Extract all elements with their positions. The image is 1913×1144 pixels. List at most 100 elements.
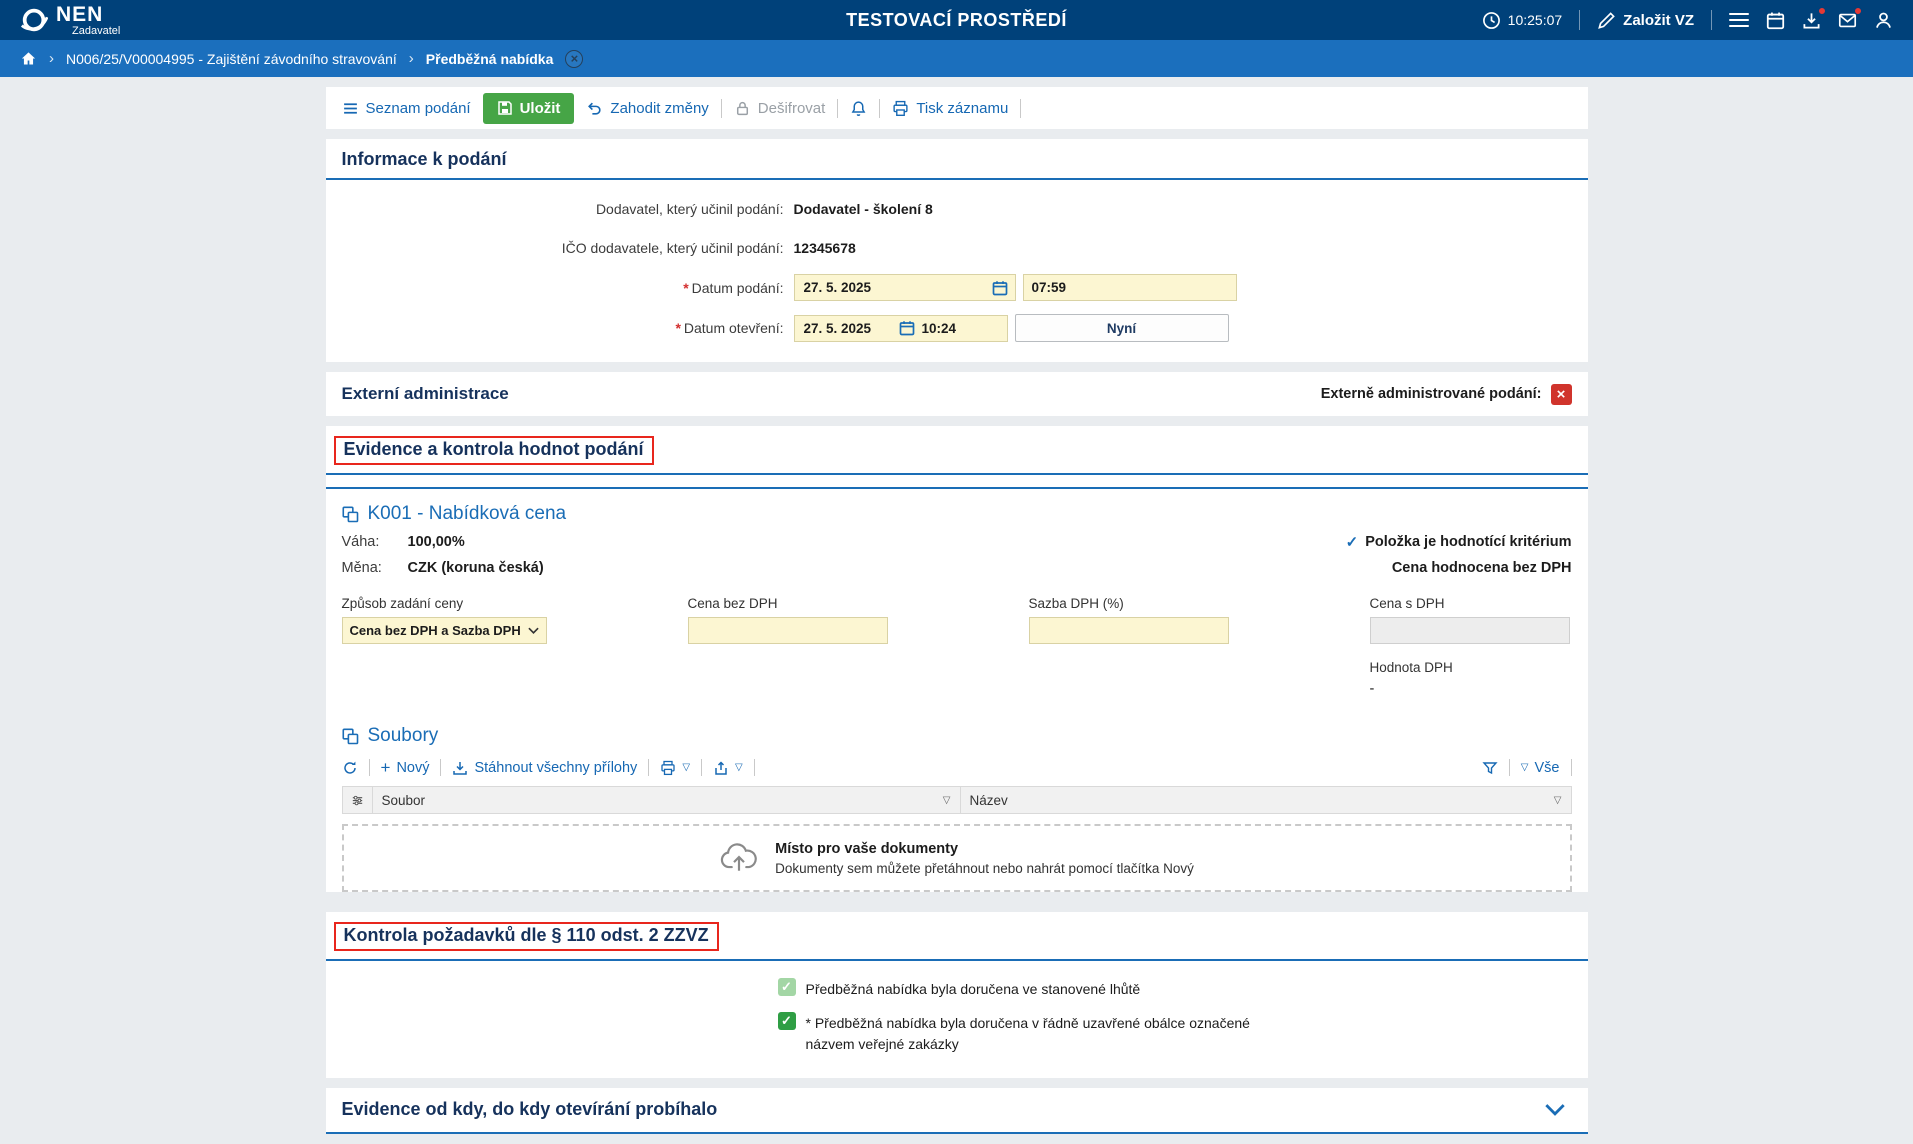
clock-value: 10:25:07 xyxy=(1508,12,1563,28)
filter-caret-icon[interactable]: ▽ xyxy=(1554,795,1562,806)
zalozit-vz-button[interactable]: Založit VZ xyxy=(1597,11,1694,30)
checkbox-checked[interactable]: ✓ xyxy=(778,1012,796,1030)
expand-chevron-icon[interactable] xyxy=(1544,1103,1566,1116)
datum-otevreni-date-text[interactable] xyxy=(802,320,894,337)
export-button[interactable]: ▽ xyxy=(713,760,743,776)
required-marker: * xyxy=(683,280,688,296)
section-evidence-oteviranii[interactable]: Evidence od kdy, do kdy otevírání probíh… xyxy=(326,1088,1588,1134)
dropdown-caret-icon: ▽ xyxy=(1521,762,1529,773)
k001-panel: K001 - Nabídková cena Váha: 100,00% ✓ Po… xyxy=(326,503,1588,892)
funnel-icon xyxy=(1482,760,1498,776)
datum-otevreni-input[interactable] xyxy=(794,315,1008,342)
section-header: Kontrola požadavků dle § 110 odst. 2 ZZV… xyxy=(326,912,1588,961)
field-label: IČO dodavatele, který učinil podání: xyxy=(342,240,794,256)
home-icon[interactable] xyxy=(20,50,37,67)
breadcrumb-item-zakazka[interactable]: N006/25/V00004995 - Zajištění závodního … xyxy=(66,51,397,67)
menu-icon[interactable] xyxy=(1729,13,1749,27)
field-label: Způsob zadání ceny xyxy=(342,596,547,611)
messages-icon[interactable] xyxy=(1838,11,1857,30)
clock: 10:25:07 xyxy=(1482,11,1563,30)
refresh-button[interactable] xyxy=(342,760,358,776)
section-title: Evidence a kontrola hodnot podání xyxy=(344,439,644,460)
field-sazba-dph: Sazba DPH (%) xyxy=(1029,596,1229,644)
field-zpusob-zadani: Způsob zadání ceny Cena bez DPH a Sazba … xyxy=(342,596,547,644)
filter-caret-icon[interactable]: ▽ xyxy=(943,795,951,806)
soubory-title: Soubory xyxy=(342,725,1572,747)
edit-icon xyxy=(1597,11,1616,30)
zpusob-zadani-select[interactable]: Cena bez DPH a Sazba DPH xyxy=(342,617,547,644)
save-button[interactable]: Uložit xyxy=(483,93,575,124)
filter-vse-button[interactable]: ▽ Vše xyxy=(1521,760,1560,776)
printer-icon xyxy=(660,760,676,776)
datum-podani-time-input[interactable] xyxy=(1023,274,1237,301)
dropzone-title: Místo pro vaše dokumenty xyxy=(775,841,1194,857)
brand-role: Zadavatel xyxy=(56,26,120,37)
meta-row-mena: Měna: CZK (koruna česká) Cena hodnocena … xyxy=(342,560,1572,576)
meta-row-vaha: Váha: 100,00% ✓ Položka je hodnotící kri… xyxy=(342,533,1572,551)
downloads-icon[interactable] xyxy=(1802,11,1821,30)
datum-podani-date-text[interactable] xyxy=(802,279,987,296)
files-toolbar-right: ▽ Vše xyxy=(1482,759,1572,776)
clock-icon xyxy=(1482,11,1501,30)
main-content: Seznam podání Uložit Zahodit změny Dešif… xyxy=(326,87,1588,1134)
field-label: Cena bez DPH xyxy=(688,596,888,611)
calendar-icon[interactable] xyxy=(1766,11,1785,30)
seznam-podani-button[interactable]: Seznam podání xyxy=(342,100,471,117)
close-tab-icon[interactable]: × xyxy=(565,50,583,68)
breadcrumb-item-current: Předběžná nabídka xyxy=(426,51,554,67)
section-title: Informace k podání xyxy=(342,149,507,170)
check-row-lhuta: ✓ Předběžná nabídka byla doručena ve sta… xyxy=(778,979,1572,999)
kriterium-note: ✓ Položka je hodnotící kritérium xyxy=(1346,533,1572,551)
discard-changes-button[interactable]: Zahodit změny xyxy=(586,100,708,117)
column-header-nazev[interactable]: Název ▽ xyxy=(961,787,1571,813)
field-controls: Nyní xyxy=(794,314,1229,342)
divider xyxy=(721,99,722,118)
notifications-button[interactable] xyxy=(850,100,867,117)
filter-button[interactable] xyxy=(1482,760,1498,776)
check-label: * Předběžná nabídka byla doručena v řádn… xyxy=(806,1013,1276,1054)
datum-otevreni-time-text[interactable] xyxy=(920,320,978,337)
field-controls xyxy=(794,274,1237,301)
column-settings-icon[interactable] xyxy=(343,787,373,813)
lock-icon xyxy=(734,100,751,117)
cross-checkbox-icon[interactable]: × xyxy=(1551,384,1572,405)
download-icon xyxy=(452,760,468,776)
externe-administrovane-podani: Externě administrované podání: × xyxy=(1321,384,1572,405)
refresh-icon xyxy=(342,760,358,776)
notification-badge xyxy=(1818,7,1826,15)
datum-podani-date-input[interactable] xyxy=(794,274,1016,301)
files-table-header: Soubor ▽ Název ▽ xyxy=(342,786,1572,814)
topbar-actions: 10:25:07 Založit VZ xyxy=(1482,10,1893,30)
section-externi-administrace: Externí administrace Externě administrov… xyxy=(326,372,1588,416)
form-row-datum-otevreni: *Datum otevření: Nyní xyxy=(342,314,1572,342)
user-icon[interactable] xyxy=(1874,11,1893,30)
nen-logo[interactable]: NEN Zadavatel xyxy=(20,4,120,37)
dropdown-caret-icon: ▽ xyxy=(682,762,690,773)
column-header-soubor[interactable]: Soubor ▽ xyxy=(373,787,961,813)
plus-icon: + xyxy=(381,759,391,776)
cena-bez-dph-input[interactable] xyxy=(688,617,888,644)
print-files-button[interactable]: ▽ xyxy=(660,760,690,776)
cena-s-dph-input xyxy=(1370,617,1570,644)
checkbox-checked-disabled: ✓ xyxy=(778,978,796,996)
calendar-icon[interactable] xyxy=(899,320,915,336)
calendar-icon[interactable] xyxy=(992,280,1008,296)
divider xyxy=(1711,10,1712,30)
divider xyxy=(754,759,755,776)
field-label: *Datum podání: xyxy=(342,280,794,296)
file-dropzone[interactable]: Místo pro vaše dokumenty Dokumenty sem m… xyxy=(342,824,1572,892)
download-all-button[interactable]: Stáhnout všechny přílohy xyxy=(452,760,637,776)
k001-title: K001 - Nabídková cena xyxy=(342,503,1572,525)
logo-text: NEN Zadavatel xyxy=(56,4,120,37)
chevron-icon: › xyxy=(409,50,414,67)
bell-icon xyxy=(850,100,867,117)
notification-badge xyxy=(1854,7,1862,15)
sazba-dph-input[interactable] xyxy=(1029,617,1229,644)
upload-cloud-icon xyxy=(719,843,759,873)
print-record-button[interactable]: Tisk záznamu xyxy=(892,100,1008,117)
save-icon xyxy=(497,100,513,116)
annotation-highlight: Kontrola požadavků dle § 110 odst. 2 ZZV… xyxy=(334,922,719,951)
form-row-ico: IČO dodavatele, který učinil podání: 123… xyxy=(342,235,1572,261)
nyni-button[interactable]: Nyní xyxy=(1015,314,1229,342)
novy-button[interactable]: + Nový xyxy=(381,759,430,776)
